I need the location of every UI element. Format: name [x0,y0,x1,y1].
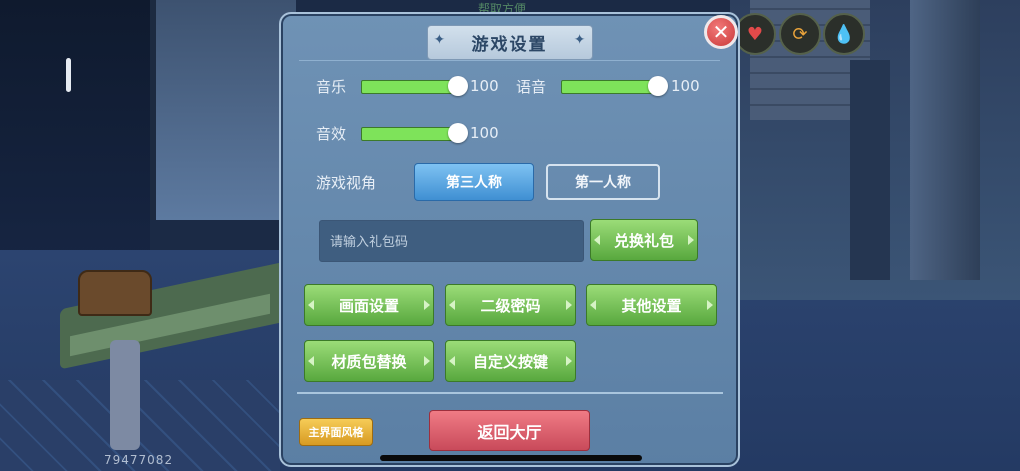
scene-door-frame [910,0,980,280]
side-handle-icon[interactable] [66,58,71,92]
title-plate: ✦ 游戏设置 ✦ [426,24,593,60]
back-to-lobby-button[interactable]: 返回大厅 [429,410,590,451]
voice-value: 100 [671,77,700,95]
ui-style-button[interactable]: 主界面风格 [299,418,373,446]
music-slider-handle[interactable] [448,76,468,96]
heart-icon: ♥ [734,13,776,55]
gift-code-input[interactable] [319,220,584,262]
third-person-button[interactable]: 第三人称 [414,163,534,201]
music-value: 100 [470,77,499,95]
title-divider [299,60,720,61]
footer-divider [297,392,723,394]
voice-slider-handle[interactable] [648,76,668,96]
sfx-value: 100 [470,124,499,142]
voice-label: 语音 [516,78,547,96]
first-person-button[interactable]: 第一人称 [546,164,660,200]
scene-pillar [850,60,890,280]
ornament-right-icon: ✦ [573,31,586,48]
sfx-slider[interactable] [361,123,468,143]
sfx-label: 音效 [316,125,347,143]
sfx-slider-handle[interactable] [448,123,468,143]
close-button[interactable]: ✕ [704,15,738,49]
scene-chest [78,270,152,316]
scene-window [150,0,296,220]
other-settings-button[interactable]: 其他设置 [586,284,717,326]
texture-pack-button[interactable]: 材质包替换 [304,340,434,382]
close-icon: ✕ [712,20,730,44]
redeem-gift-button[interactable]: 兑换礼包 [590,219,698,261]
music-label: 音乐 [316,78,347,96]
graphics-settings-button[interactable]: 画面设置 [304,284,434,326]
ornament-left-icon: ✦ [433,31,446,48]
scene-table-leg [110,340,140,450]
music-slider[interactable] [361,76,468,96]
custom-keys-button[interactable]: 自定义按键 [445,340,576,382]
home-indicator[interactable] [380,455,642,461]
panel-title: 游戏设置 [471,34,548,55]
player-id: 79477082 [104,453,174,467]
secondary-password-button[interactable]: 二级密码 [445,284,576,326]
hunger-icon: ⟳ [779,13,821,55]
panel-header: ✦ 游戏设置 ✦ [281,22,738,62]
voice-slider[interactable] [561,76,668,96]
water-drop-icon: 💧 [823,13,865,55]
view-label: 游戏视角 [316,174,377,192]
